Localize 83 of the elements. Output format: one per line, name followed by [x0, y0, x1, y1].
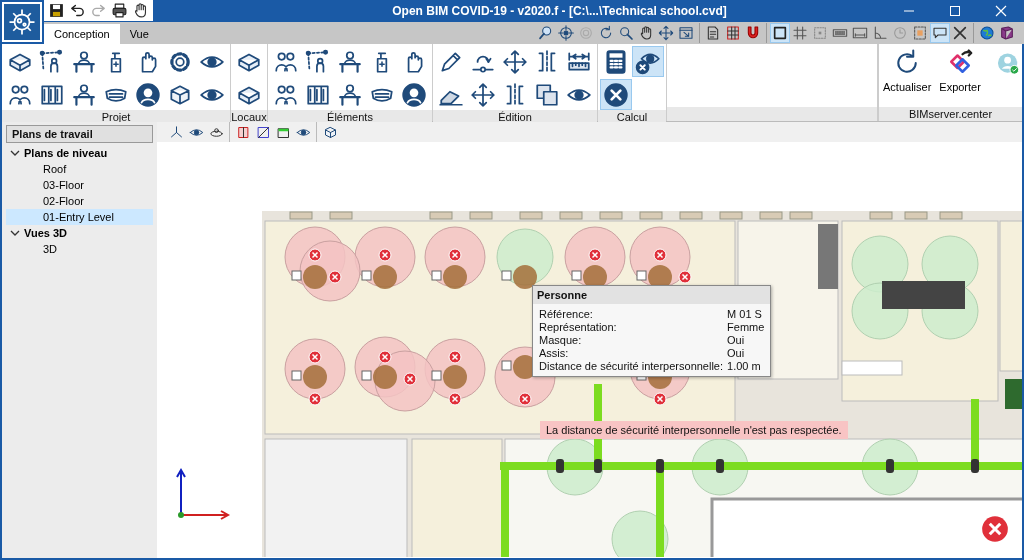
tree-item[interactable]: 01-Entry Level	[6, 209, 153, 225]
cancel-icon	[603, 81, 629, 108]
person-at-desk-icon	[337, 48, 363, 75]
property-label: Masque:	[539, 334, 583, 346]
grid-button[interactable]	[790, 23, 810, 43]
angle-icon	[872, 25, 888, 41]
globe-button[interactable]	[977, 23, 997, 43]
property-value: M 01 S	[727, 308, 763, 320]
square-icon	[772, 25, 788, 41]
copy-icon	[534, 81, 560, 108]
property-value: Femme	[727, 321, 765, 333]
ribbon-tab[interactable]: Conception	[44, 24, 120, 44]
axes-icon	[168, 124, 184, 140]
calculator-icon	[603, 48, 629, 75]
chevron-icon	[10, 148, 20, 158]
round-badge-icon	[135, 81, 161, 108]
hand-icon	[638, 25, 654, 41]
floppy-disk-button[interactable]	[47, 1, 66, 20]
magnet-icon	[745, 25, 761, 41]
dotted-path-icon	[39, 48, 65, 75]
ribbon-tab[interactable]: Vue	[119, 24, 159, 44]
group-label: BIMserver.center	[879, 107, 1022, 121]
redo-icon	[90, 2, 107, 19]
dotted-square-icon	[812, 25, 828, 41]
round-badge-icon	[401, 81, 427, 108]
maximize-icon	[949, 5, 961, 17]
document-icon	[705, 25, 721, 41]
move-button[interactable]	[656, 23, 676, 43]
clock-icon	[892, 25, 908, 41]
zoom-icon	[618, 25, 634, 41]
printer-button[interactable]	[110, 1, 129, 20]
property-label: Distance de sécurité interpersonnelle:	[539, 360, 724, 372]
tooltip-title: Personne	[533, 286, 771, 304]
property-value: Oui	[727, 347, 746, 359]
export-button[interactable]: Exporter	[937, 48, 983, 93]
tools-icon	[952, 25, 968, 41]
layers-icon	[912, 25, 928, 41]
warning-message: La distance de sécurité interpersonnelle n'est pas respectée.	[540, 421, 848, 439]
person-at-desk-icon	[71, 48, 97, 75]
grid-document-icon	[725, 25, 741, 41]
hand-icon	[132, 2, 149, 19]
tree-item[interactable]: 02-Floor	[6, 193, 153, 209]
wall-panel-icon	[235, 124, 251, 140]
diagonal-panel-icon	[255, 124, 271, 140]
tree-item[interactable]: Roof	[6, 161, 153, 177]
search-icon	[538, 25, 554, 41]
person-at-desk-icon	[71, 81, 97, 108]
error-icon[interactable]	[981, 515, 1009, 543]
app-logo-icon[interactable]	[2, 2, 42, 42]
property-value: 1.00 m	[727, 360, 762, 372]
tree-node[interactable]: Vues 3D	[6, 225, 153, 241]
property-label: Référence:	[539, 308, 594, 320]
scale-bar-icon	[852, 25, 868, 41]
move-icon	[502, 48, 528, 75]
undo-icon	[69, 2, 86, 19]
window-title: Open BIM COVID-19 - v2020.f - [C:\...\Technical school.cvd]	[391, 4, 728, 18]
close-icon	[995, 5, 1007, 17]
refresh-icon	[598, 25, 614, 41]
speech-bubble-icon	[932, 25, 948, 41]
update-button[interactable]: Actualiser	[881, 48, 934, 93]
grid-icon	[792, 25, 808, 41]
crosshair-icon	[558, 25, 574, 41]
property-label: Assis:	[539, 347, 570, 359]
dotted-path-icon	[305, 48, 331, 75]
property-value: Oui	[727, 334, 746, 346]
property-label: Représentation:	[539, 321, 618, 333]
tree-item[interactable]: 03-Floor	[6, 177, 153, 193]
crosshair-button[interactable]	[556, 23, 576, 43]
globe-icon	[979, 25, 995, 41]
book-icon	[999, 25, 1015, 41]
chevron-icon	[10, 228, 20, 238]
tree-item[interactable]: 3D	[6, 241, 153, 257]
tree-node[interactable]: Plans de niveau	[6, 145, 153, 161]
speech-bubble-button[interactable]	[930, 23, 950, 43]
person-at-desk-icon	[337, 81, 363, 108]
circle-icon	[578, 25, 594, 41]
panel-title: Plans de travail	[6, 125, 153, 143]
axes-icon	[175, 467, 231, 521]
move-icon	[658, 25, 674, 41]
square-button[interactable]	[770, 23, 790, 43]
cancel-button[interactable]	[600, 79, 632, 110]
move-icon	[470, 81, 496, 108]
eye-with-cross-button[interactable]	[632, 46, 664, 77]
